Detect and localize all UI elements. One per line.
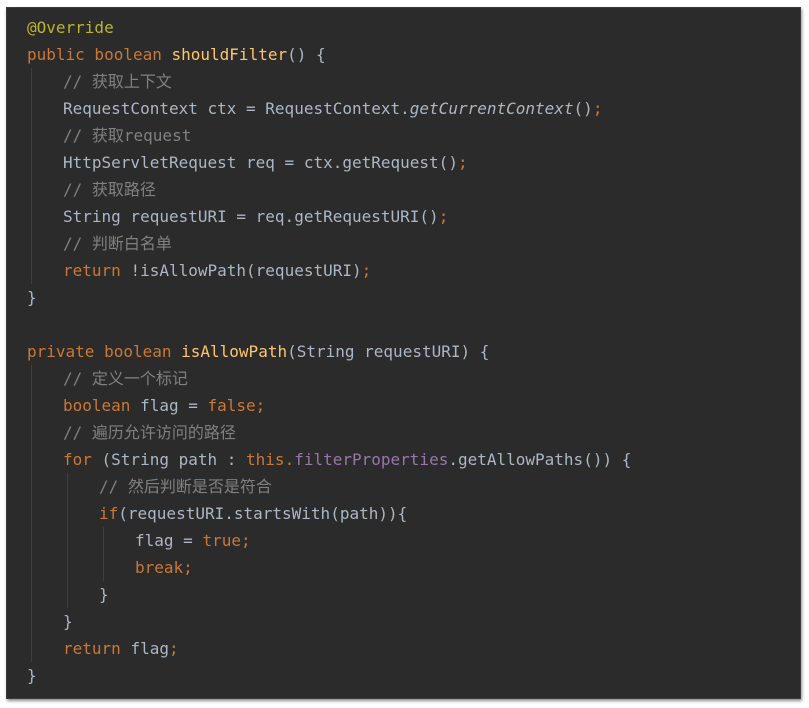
- code-token: this.: [246, 450, 295, 469]
- code-line: String requestURI = req.getRequestURI();: [7, 203, 800, 230]
- indent-guide: [31, 149, 32, 176]
- code-line: }: [7, 608, 800, 635]
- code-token: // 获取路径: [63, 180, 156, 199]
- code-token: // 获取上下文: [63, 72, 172, 91]
- indent-guide: [31, 608, 32, 635]
- code-token: return: [63, 261, 131, 280]
- code-line: for (String path : this.filterProperties…: [7, 446, 800, 473]
- code-line: return flag;: [7, 635, 800, 662]
- code-line: }: [7, 581, 800, 608]
- code-line: break;: [7, 554, 800, 581]
- code-token: ;: [592, 99, 603, 118]
- code-line: // 获取上下文: [7, 68, 800, 95]
- code-token: (): [573, 99, 593, 118]
- code-token: // 判断白名单: [63, 234, 172, 253]
- indent-guide: [31, 581, 32, 608]
- code-line: return !isAllowPath(requestURI);: [7, 257, 800, 284]
- indent-guide: [103, 527, 104, 554]
- indent-guide: [31, 230, 32, 257]
- indent-guide: [31, 527, 32, 554]
- indent-guide: [31, 500, 32, 527]
- indent-guide: [31, 473, 32, 500]
- code-token: filterProperties: [294, 450, 449, 469]
- indent-guide: [31, 446, 32, 473]
- indent-guide: [31, 554, 32, 581]
- indent-guide: [31, 203, 32, 230]
- code-token: String requestURI = req.getRequestURI(): [63, 207, 439, 226]
- code-editor-window: @Override public boolean shouldFilter() {…: [6, 7, 801, 699]
- code-token: (String requestURI) {: [287, 342, 490, 361]
- indent-guide: [31, 257, 32, 284]
- indent-guide: [67, 581, 68, 608]
- code-token: RequestContext ctx = RequestContext.: [63, 99, 410, 118]
- code-token: ;: [361, 261, 372, 280]
- code-line: flag = true;: [7, 527, 800, 554]
- code-token: shouldFilter: [171, 45, 288, 64]
- code-token: ;: [168, 639, 179, 658]
- code-line: private boolean isAllowPath(String reque…: [7, 338, 800, 365]
- code-token: // 获取request: [63, 126, 192, 145]
- indent-guide: [31, 419, 32, 446]
- indent-guide: [67, 527, 68, 554]
- indent-guide: [31, 95, 32, 122]
- indent-guide: [31, 365, 32, 392]
- code-token: !isAllowPath(requestURI): [130, 261, 362, 280]
- code-line: // 定义一个标记: [7, 365, 800, 392]
- code-line: RequestContext ctx = RequestContext.getC…: [7, 95, 800, 122]
- code-token: break;: [135, 558, 193, 577]
- code-line: // 然后判断是否是符合: [7, 473, 800, 500]
- code-line: if(requestURI.startsWith(path)){: [7, 500, 800, 527]
- code-token: flag =: [135, 531, 203, 550]
- code-token: ;: [438, 207, 449, 226]
- code-token: flag: [130, 639, 169, 658]
- indent-guide: [31, 122, 32, 149]
- indent-guide: [31, 392, 32, 419]
- code-token: }: [63, 612, 73, 631]
- code-token: @Override: [27, 18, 114, 37]
- code-token: for: [63, 450, 102, 469]
- indent-guide: [103, 554, 104, 581]
- indent-guide: [31, 176, 32, 203]
- code-token: HttpServletRequest req = ctx.getRequest(…: [63, 153, 458, 172]
- code-line: }: [7, 284, 800, 311]
- indent-guide: [31, 68, 32, 95]
- code-line: boolean flag = false;: [7, 392, 800, 419]
- code-line: public boolean shouldFilter() {: [7, 41, 800, 68]
- code-token: }: [99, 585, 109, 604]
- indent-guide: [67, 500, 68, 527]
- code-line: // 判断白名单: [7, 230, 800, 257]
- code-token: }: [27, 288, 37, 307]
- code-token: getCurrentContext: [409, 99, 574, 118]
- code-token: (String path :: [101, 450, 247, 469]
- indent-guide: [31, 635, 32, 662]
- code-token: flag =: [140, 396, 208, 415]
- code-line: // 获取路径: [7, 176, 800, 203]
- code-token: isAllowPath: [181, 342, 288, 361]
- code-line: }: [7, 662, 800, 689]
- code-token: if: [99, 504, 119, 523]
- code-token: boolean: [63, 396, 141, 415]
- code-token: false;: [207, 396, 266, 415]
- code-token: return: [63, 639, 131, 658]
- code-token: true;: [202, 531, 251, 550]
- code-token: }: [27, 666, 37, 685]
- code-line: // 遍历允许访问的路径: [7, 419, 800, 446]
- code-token: private boolean: [27, 342, 182, 361]
- code-token: .getAllowPaths()) {: [448, 450, 632, 469]
- code-token: // 然后判断是否是符合: [99, 477, 272, 496]
- code-token: // 遍历允许访问的路径: [63, 423, 236, 442]
- code-line: // 获取request: [7, 122, 800, 149]
- code-line: HttpServletRequest req = ctx.getRequest(…: [7, 149, 800, 176]
- code-token: () {: [287, 45, 326, 64]
- indent-guide: [67, 554, 68, 581]
- code-token: // 定义一个标记: [63, 369, 188, 388]
- code-token: (requestURI.startsWith(path)){: [118, 504, 408, 523]
- indent-guide: [67, 473, 68, 500]
- code-token: ;: [457, 153, 468, 172]
- code-area[interactable]: @Override public boolean shouldFilter() {…: [7, 14, 800, 689]
- code-token: public boolean: [27, 45, 172, 64]
- code-line: @Override: [7, 14, 800, 41]
